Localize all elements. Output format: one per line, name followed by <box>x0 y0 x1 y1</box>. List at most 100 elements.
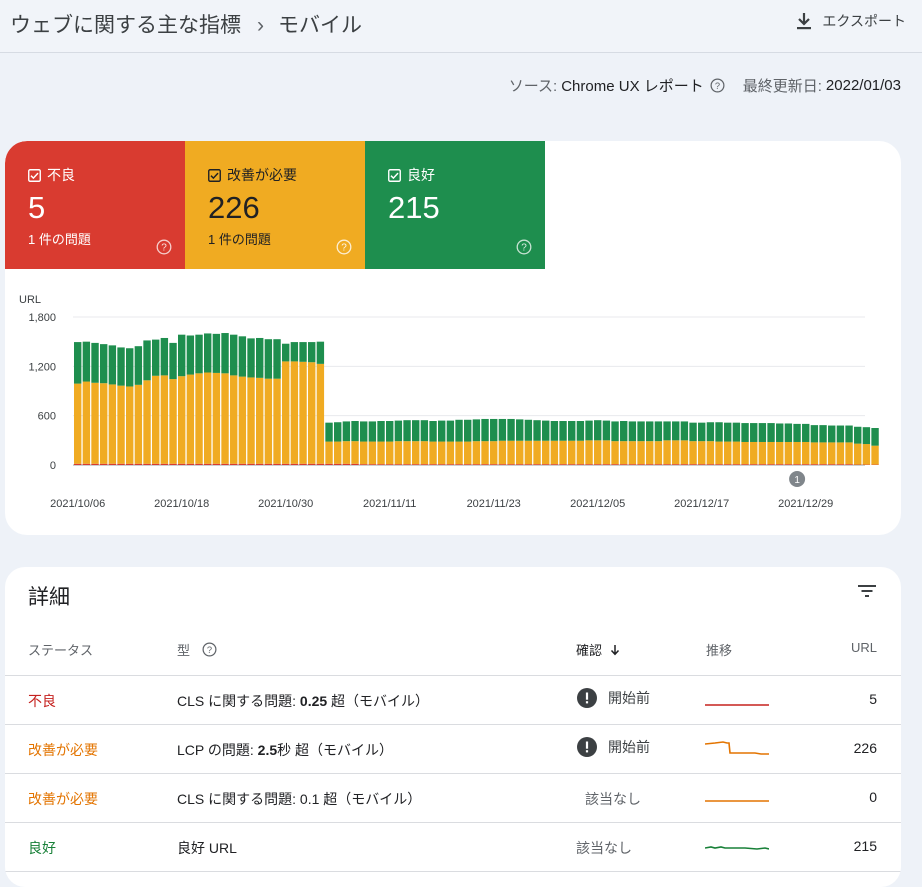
bar-poor <box>386 464 393 465</box>
row-status: 改善が必要 <box>28 789 98 809</box>
help-icon[interactable]: ? <box>156 239 172 255</box>
tile-good-count: 215 <box>388 190 440 226</box>
source-info: ソース: Chrome UX レポート ? 最終更新日: 2022/01/03 <box>509 75 901 96</box>
bar-poor <box>603 464 610 465</box>
tile-needs-improvement[interactable]: 改善が必要 226 1 件の問題 ? <box>185 141 365 269</box>
bar-good <box>178 335 185 377</box>
tile-poor-count: 5 <box>28 190 45 226</box>
bar-good <box>412 420 419 441</box>
checkbox-checked-icon[interactable] <box>388 169 401 182</box>
bar-poor <box>291 464 298 465</box>
bar-good <box>525 420 532 441</box>
x-tick-label: 2021/11/11 <box>363 498 416 510</box>
bar-good <box>568 421 575 441</box>
details-title: 詳細 <box>28 581 70 611</box>
bar-good <box>455 420 462 442</box>
checkbox-checked-icon[interactable] <box>28 169 41 182</box>
help-icon[interactable]: ? <box>710 78 725 93</box>
checkbox-checked-icon[interactable] <box>208 169 221 182</box>
bar-needs-improvement <box>464 442 471 465</box>
bar-good <box>403 420 410 441</box>
column-status[interactable]: ステータス <box>28 640 93 659</box>
page-title: モバイル <box>278 14 362 37</box>
sort-down-icon <box>610 644 620 656</box>
svg-text:?: ? <box>521 243 527 254</box>
bar-good <box>741 423 748 442</box>
bar-good <box>213 334 220 373</box>
tile-poor-label: 不良 <box>47 165 75 185</box>
column-url[interactable]: URL <box>851 640 877 655</box>
bar-good <box>637 421 644 441</box>
bar-needs-improvement <box>83 382 90 464</box>
bar-needs-improvement <box>256 378 263 464</box>
tile-good[interactable]: 良好 215 ? <box>365 141 545 269</box>
bar-good <box>776 423 783 442</box>
bar-needs-improvement <box>767 442 774 464</box>
bar-needs-improvement <box>854 444 861 465</box>
bar-needs-improvement <box>117 386 124 464</box>
bar-good <box>854 427 861 444</box>
bar-good <box>577 421 584 441</box>
bar-good <box>265 339 272 378</box>
column-type[interactable]: 型 ? <box>177 640 217 659</box>
bar-poor <box>759 464 766 465</box>
svg-text:?: ? <box>207 645 212 655</box>
bar-poor <box>620 464 627 465</box>
bar-needs-improvement <box>239 377 246 464</box>
y-tick-label: 0 <box>50 460 56 472</box>
svg-text:?: ? <box>161 243 167 254</box>
bar-needs-improvement <box>308 362 315 464</box>
row-url-count: 5 <box>869 691 877 707</box>
bar-needs-improvement <box>637 441 644 464</box>
tile-ni-issues: 1 件の問題 <box>208 229 271 248</box>
table-row[interactable]: 改善が必要 CLS に関する問題: 0.1 超（モバイル） 該当なし 0 <box>5 774 901 823</box>
table-row[interactable]: 不良 CLS に関する問題: 0.25 超（モバイル） 開始前 5 <box>5 676 901 725</box>
bar-needs-improvement <box>793 442 800 464</box>
bar-needs-improvement <box>759 442 766 464</box>
filter-icon[interactable] <box>858 584 876 598</box>
bar-good <box>386 421 393 442</box>
bar-good <box>837 426 844 443</box>
bar-good <box>91 343 98 383</box>
bar-poor <box>741 464 748 465</box>
bar-good <box>247 338 254 377</box>
bar-good <box>169 343 176 379</box>
bar-good <box>83 342 90 382</box>
bar-needs-improvement <box>351 441 358 464</box>
column-confirm-label: 確認 <box>576 640 602 659</box>
bar-needs-improvement <box>542 441 549 464</box>
help-icon[interactable]: ? <box>336 239 352 255</box>
bar-good <box>707 422 714 441</box>
help-icon[interactable]: ? <box>202 642 217 657</box>
bar-good <box>273 339 280 378</box>
breadcrumb-parent[interactable]: ウェブに関する主な指標 <box>10 14 241 37</box>
bar-good <box>785 423 792 442</box>
bar-good <box>499 419 506 441</box>
bar-good <box>369 421 376 441</box>
bar-poor <box>663 464 670 465</box>
bar-good <box>481 419 488 441</box>
bar-good <box>611 421 618 441</box>
bar-good <box>516 419 523 440</box>
bar-needs-improvement <box>559 441 566 464</box>
bar-good <box>195 335 202 374</box>
table-row[interactable]: 良好 良好 URL 該当なし 215 <box>5 823 901 872</box>
bar-needs-improvement <box>447 442 454 465</box>
bar-good <box>802 424 809 442</box>
bar-good <box>672 421 679 440</box>
bar-needs-improvement <box>490 441 497 464</box>
bar-needs-improvement <box>516 441 523 464</box>
row-confirm-label: 開始前 <box>608 737 650 757</box>
bar-poor <box>325 464 332 465</box>
bar-good <box>828 426 835 443</box>
bar-poor <box>265 464 272 465</box>
bar-needs-improvement <box>187 375 194 464</box>
y-axis-title: URL <box>19 294 41 306</box>
bar-needs-improvement <box>109 384 116 463</box>
help-icon[interactable]: ? <box>516 239 532 255</box>
export-button[interactable]: エクスポート <box>796 10 906 32</box>
table-row[interactable]: 改善が必要 LCP の問題: 2.5秒 超（モバイル） 開始前 226 <box>5 725 901 774</box>
tile-poor[interactable]: 不良 5 1 件の問題 ? <box>5 141 185 269</box>
bar-poor <box>239 464 246 465</box>
column-confirm[interactable]: 確認 <box>576 640 620 659</box>
